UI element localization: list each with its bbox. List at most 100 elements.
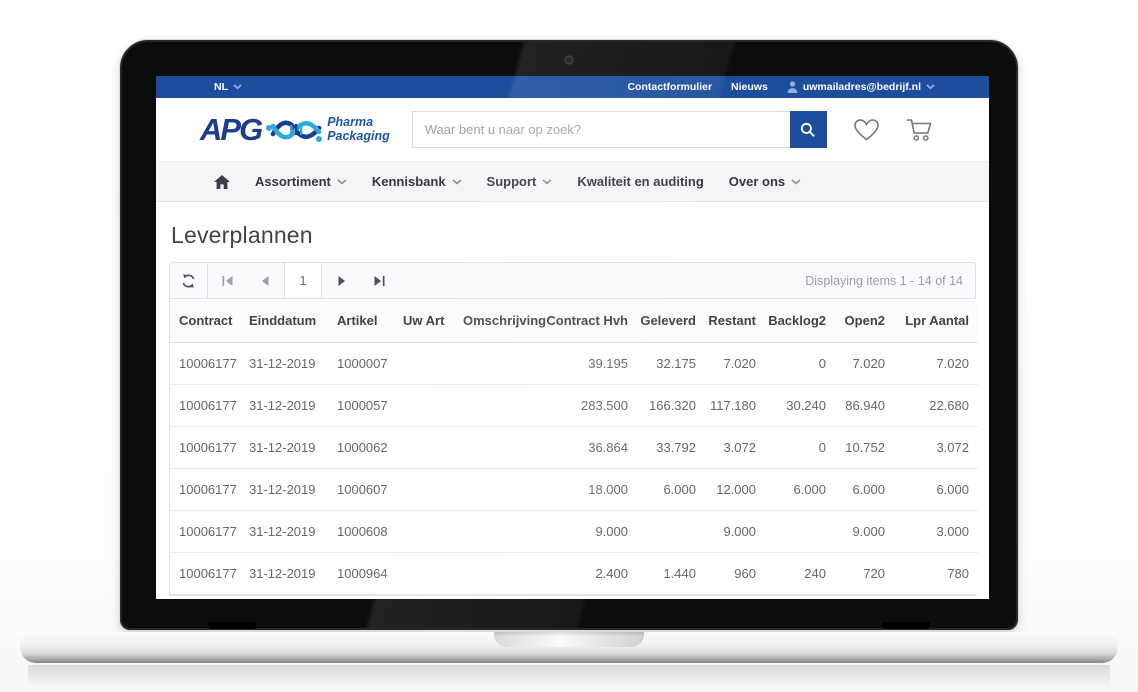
nav-item-assortiment[interactable]: Assortiment: [255, 174, 347, 189]
table-cell: [765, 510, 835, 552]
table-cell: 10006177: [170, 384, 240, 426]
table-cell: 1000057: [328, 384, 394, 426]
table-cell: 3.072: [894, 426, 978, 468]
refresh-button[interactable]: [170, 263, 208, 298]
chevron-down-icon: [233, 84, 242, 90]
table-cell: 31-12-2019: [240, 510, 328, 552]
column-header-uw-art[interactable]: Uw Art: [394, 299, 454, 342]
table-cell: 1.440: [637, 552, 705, 594]
chevron-down-icon: [337, 179, 347, 185]
nav-item-over-ons[interactable]: Over ons: [729, 174, 801, 189]
language-selector[interactable]: NL: [214, 81, 242, 93]
next-page-button[interactable]: [322, 263, 360, 298]
news-link[interactable]: Nieuws: [731, 81, 768, 93]
company-logo[interactable]: APG Pharma Packaging: [200, 112, 390, 148]
nav-item-kwaliteit-en-auditing[interactable]: Kwaliteit en auditing: [577, 174, 703, 189]
table-cell: 10006177: [170, 468, 240, 510]
next-page-icon: [338, 276, 345, 286]
hinge-tab-left: [208, 622, 256, 629]
account-menu[interactable]: uwmailadres@bedrijf.nl: [787, 81, 935, 93]
column-header-contract-hvh[interactable]: Contract Hvh: [540, 299, 637, 342]
table-cell: 22.680: [894, 384, 978, 426]
table-cell: 6.000: [765, 468, 835, 510]
table-cell: 283.500: [540, 384, 637, 426]
table-cell: 39.195: [540, 342, 637, 384]
nav-item-support[interactable]: Support: [487, 174, 553, 189]
last-page-button[interactable]: [360, 263, 398, 298]
column-header-lpr-aantal[interactable]: Lpr Aantal: [894, 299, 978, 342]
table-cell: 1000607: [328, 468, 394, 510]
page-content: Leverplannen: [156, 222, 989, 596]
nav-item-label: Kennisbank: [372, 174, 446, 189]
table-cell: 31-12-2019: [240, 552, 328, 594]
laptop-screen-bezel: NL Contactformulier Nieuws uwmailadres@b…: [120, 40, 1018, 630]
user-icon: [787, 81, 798, 93]
contact-form-link[interactable]: Contactformulier: [627, 81, 712, 93]
items-status-text: Displaying items 1 - 14 of 14: [805, 274, 975, 288]
column-header-omschrijving[interactable]: Omschrijving: [454, 299, 540, 342]
logo-tagline-line2: Packaging: [327, 130, 390, 144]
wishlist-button[interactable]: [853, 118, 880, 142]
table-cell: 86.940: [835, 384, 894, 426]
table-cell: 3.000: [894, 510, 978, 552]
column-header-restant[interactable]: Restant: [705, 299, 765, 342]
contact-form-label: Contactformulier: [627, 81, 712, 93]
nav-item-kennisbank[interactable]: Kennisbank: [372, 174, 462, 189]
search-button[interactable]: [790, 111, 827, 148]
column-header-contract[interactable]: Contract: [170, 299, 240, 342]
laptop-latch-notch: [494, 632, 644, 647]
table-cell: 6.000: [835, 468, 894, 510]
last-page-icon: [374, 276, 385, 286]
chevron-down-icon: [542, 179, 552, 185]
table-cell: 780: [894, 552, 978, 594]
table-cell: 36.864: [540, 426, 637, 468]
search-input[interactable]: [412, 111, 790, 148]
column-header-einddatum[interactable]: Einddatum: [240, 299, 328, 342]
column-header-artikel[interactable]: Artikel: [328, 299, 394, 342]
column-header-geleverd[interactable]: Geleverd: [637, 299, 705, 342]
browser-viewport: NL Contactformulier Nieuws uwmailadres@b…: [156, 76, 989, 599]
table-cell: 6.000: [894, 468, 978, 510]
table-cell: 2.400: [540, 552, 637, 594]
laptop-reflection: [28, 665, 1110, 687]
leverplannen-table: ContractEinddatumArtikelUw ArtOmschrijvi…: [170, 299, 978, 595]
leverplannen-grid: 1 Displaying items 1 - 14 of 14 Contract…: [169, 262, 976, 596]
table-cell: 1000964: [328, 552, 394, 594]
top-utility-bar: NL Contactformulier Nieuws uwmailadres@b…: [156, 76, 989, 98]
site-header: APG Pharma Packaging: [156, 98, 989, 161]
table-cell: 0: [765, 342, 835, 384]
table-cell: 31-12-2019: [240, 426, 328, 468]
table-cell: [394, 552, 454, 594]
table-cell: 9.000: [540, 510, 637, 552]
current-page-indicator[interactable]: 1: [284, 263, 322, 298]
table-cell: 3.072: [705, 426, 765, 468]
table-cell: 1000062: [328, 426, 394, 468]
table-row: 1000617731-12-2019100006236.86433.7923.0…: [170, 426, 978, 468]
laptop-base: [20, 632, 1118, 663]
table-cell: 9.000: [705, 510, 765, 552]
page-title: Leverplannen: [171, 222, 976, 249]
table-row: 1000617731-12-2019100060718.0006.00012.0…: [170, 468, 978, 510]
chevron-down-icon: [791, 179, 801, 185]
table-row: 1000617731-12-2019100000739.19532.1757.0…: [170, 342, 978, 384]
dna-helix-logo-icon: [265, 113, 323, 147]
column-header-backlog2[interactable]: Backlog2: [765, 299, 835, 342]
table-header-row: ContractEinddatumArtikelUw ArtOmschrijvi…: [170, 299, 978, 342]
heart-icon: [853, 118, 880, 142]
previous-page-button[interactable]: [246, 263, 284, 298]
table-cell: [394, 426, 454, 468]
table-cell: 240: [765, 552, 835, 594]
table-cell: 7.020: [894, 342, 978, 384]
home-link[interactable]: [214, 175, 230, 189]
table-cell: [454, 426, 540, 468]
column-header-open2[interactable]: Open2: [835, 299, 894, 342]
table-body: 1000617731-12-2019100000739.19532.1757.0…: [170, 342, 978, 594]
table-row: 1000617731-12-201910006089.0009.0009.000…: [170, 510, 978, 552]
table-cell: 10006177: [170, 342, 240, 384]
table-cell: [454, 342, 540, 384]
cart-button[interactable]: [906, 117, 935, 142]
table-cell: 117.180: [705, 384, 765, 426]
table-cell: 18.000: [540, 468, 637, 510]
home-icon: [214, 175, 230, 189]
first-page-button[interactable]: [208, 263, 246, 298]
